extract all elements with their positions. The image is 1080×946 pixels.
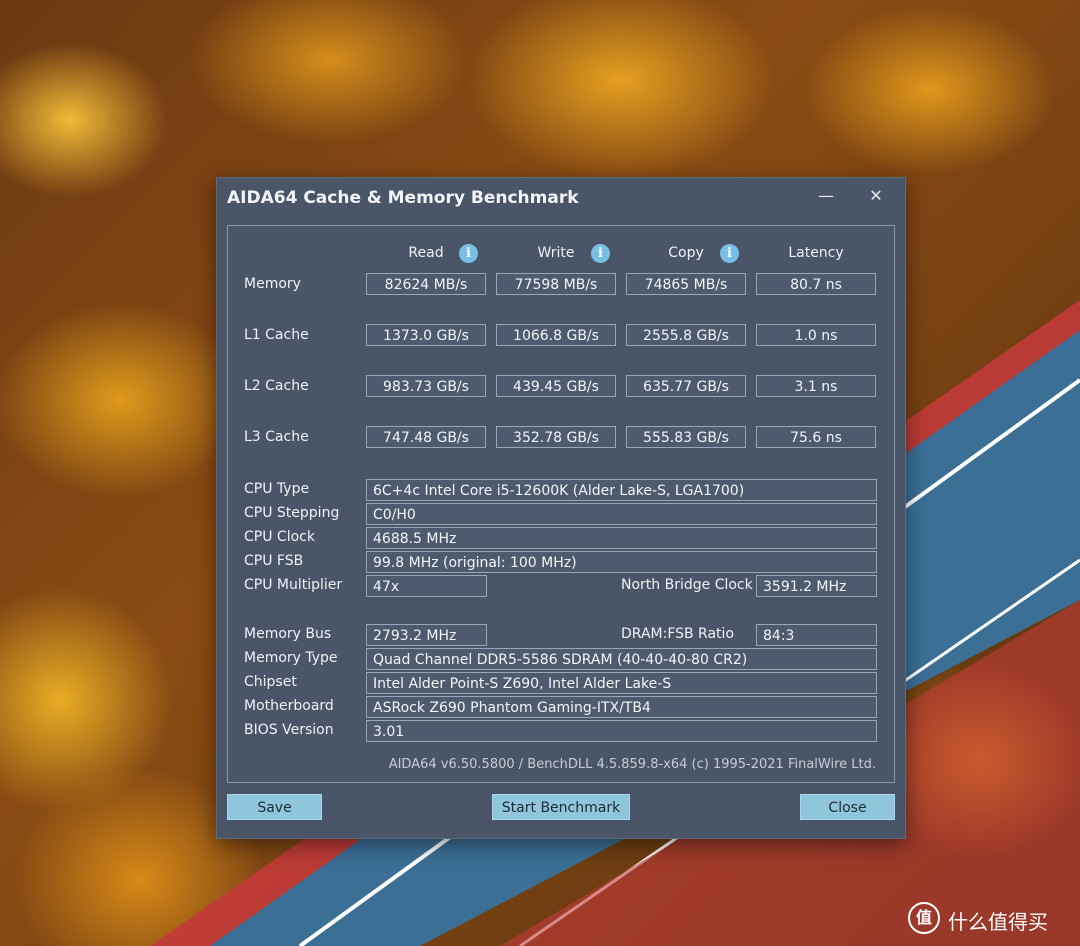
cpu-stepping-label: CPU Stepping — [244, 505, 340, 521]
cpu-clock-label: CPU Clock — [244, 529, 315, 545]
memory-bus-value: 2793.2 MHz — [366, 624, 487, 646]
row-label-l2: L2 Cache — [244, 378, 309, 394]
bios-value: 3.01 — [366, 720, 877, 742]
l2-latency-value: 3.1 ns — [756, 375, 876, 397]
window-title: AIDA64 Cache & Memory Benchmark — [227, 188, 579, 208]
l1-copy-value: 2555.8 GB/s — [626, 324, 746, 346]
memory-copy-value: 74865 MB/s — [626, 273, 746, 295]
row-label-l1: L1 Cache — [244, 327, 309, 343]
header-latency: Latency — [788, 245, 844, 261]
minimize-button[interactable]: — — [811, 184, 841, 208]
write-info-icon[interactable]: i — [591, 244, 610, 263]
nb-clock-value: 3591.2 MHz — [756, 575, 877, 597]
row-label-memory: Memory — [244, 276, 301, 292]
l1-write-value: 1066.8 GB/s — [496, 324, 616, 346]
cpu-type-label: CPU Type — [244, 481, 310, 497]
l3-copy-value: 555.83 GB/s — [626, 426, 746, 448]
memory-latency-value: 80.7 ns — [756, 273, 876, 295]
memory-bus-label: Memory Bus — [244, 626, 332, 642]
dram-ratio-value: 84:3 — [756, 624, 877, 646]
memory-write-value: 77598 MB/s — [496, 273, 616, 295]
dram-ratio-label: DRAM:FSB Ratio — [621, 626, 735, 642]
watermark-text: 什么值得买 — [948, 910, 1048, 934]
results-panel: Read i Write i Copy i Latency Memory 826… — [227, 225, 895, 783]
cpu-multiplier-label: CPU Multiplier — [244, 577, 343, 593]
copy-info-icon[interactable]: i — [720, 244, 739, 263]
cpu-clock-value: 4688.5 MHz — [366, 527, 877, 549]
motherboard-value: ASRock Z690 Phantom Gaming-ITX/TB4 — [366, 696, 877, 718]
l3-latency-value: 75.6 ns — [756, 426, 876, 448]
l2-read-value: 983.73 GB/s — [366, 375, 486, 397]
close-button[interactable]: Close — [800, 794, 895, 820]
version-footer: AIDA64 v6.50.5800 / BenchDLL 4.5.859.8-x… — [388, 757, 876, 772]
bios-label: BIOS Version — [244, 722, 334, 738]
watermark-logo-icon: 值 — [908, 902, 940, 934]
cpu-fsb-value: 99.8 MHz (original: 100 MHz) — [366, 551, 877, 573]
read-info-icon[interactable]: i — [459, 244, 478, 263]
save-button[interactable]: Save — [227, 794, 322, 820]
memory-read-value: 82624 MB/s — [366, 273, 486, 295]
l3-write-value: 352.78 GB/s — [496, 426, 616, 448]
cpu-multiplier-value: 47x — [366, 575, 487, 597]
l2-copy-value: 635.77 GB/s — [626, 375, 746, 397]
nb-clock-label: North Bridge Clock — [621, 577, 753, 593]
l3-read-value: 747.48 GB/s — [366, 426, 486, 448]
cpu-stepping-value: C0/H0 — [366, 503, 877, 525]
cpu-type-value: 6C+4c Intel Core i5-12600K (Alder Lake-S… — [366, 479, 877, 501]
benchmark-window: AIDA64 Cache & Memory Benchmark — ✕ Read… — [216, 177, 906, 839]
title-bar: AIDA64 Cache & Memory Benchmark — ✕ — [217, 178, 905, 218]
l2-write-value: 439.45 GB/s — [496, 375, 616, 397]
l1-read-value: 1373.0 GB/s — [366, 324, 486, 346]
chipset-value: Intel Alder Point-S Z690, Intel Alder La… — [366, 672, 877, 694]
row-label-l3: L3 Cache — [244, 429, 309, 445]
memory-type-label: Memory Type — [244, 650, 338, 666]
motherboard-label: Motherboard — [244, 698, 334, 714]
chipset-label: Chipset — [244, 674, 297, 690]
memory-type-value: Quad Channel DDR5-5586 SDRAM (40-40-40-8… — [366, 648, 877, 670]
l1-latency-value: 1.0 ns — [756, 324, 876, 346]
cpu-fsb-label: CPU FSB — [244, 553, 304, 569]
start-benchmark-button[interactable]: Start Benchmark — [492, 794, 630, 820]
close-window-button[interactable]: ✕ — [861, 184, 891, 208]
